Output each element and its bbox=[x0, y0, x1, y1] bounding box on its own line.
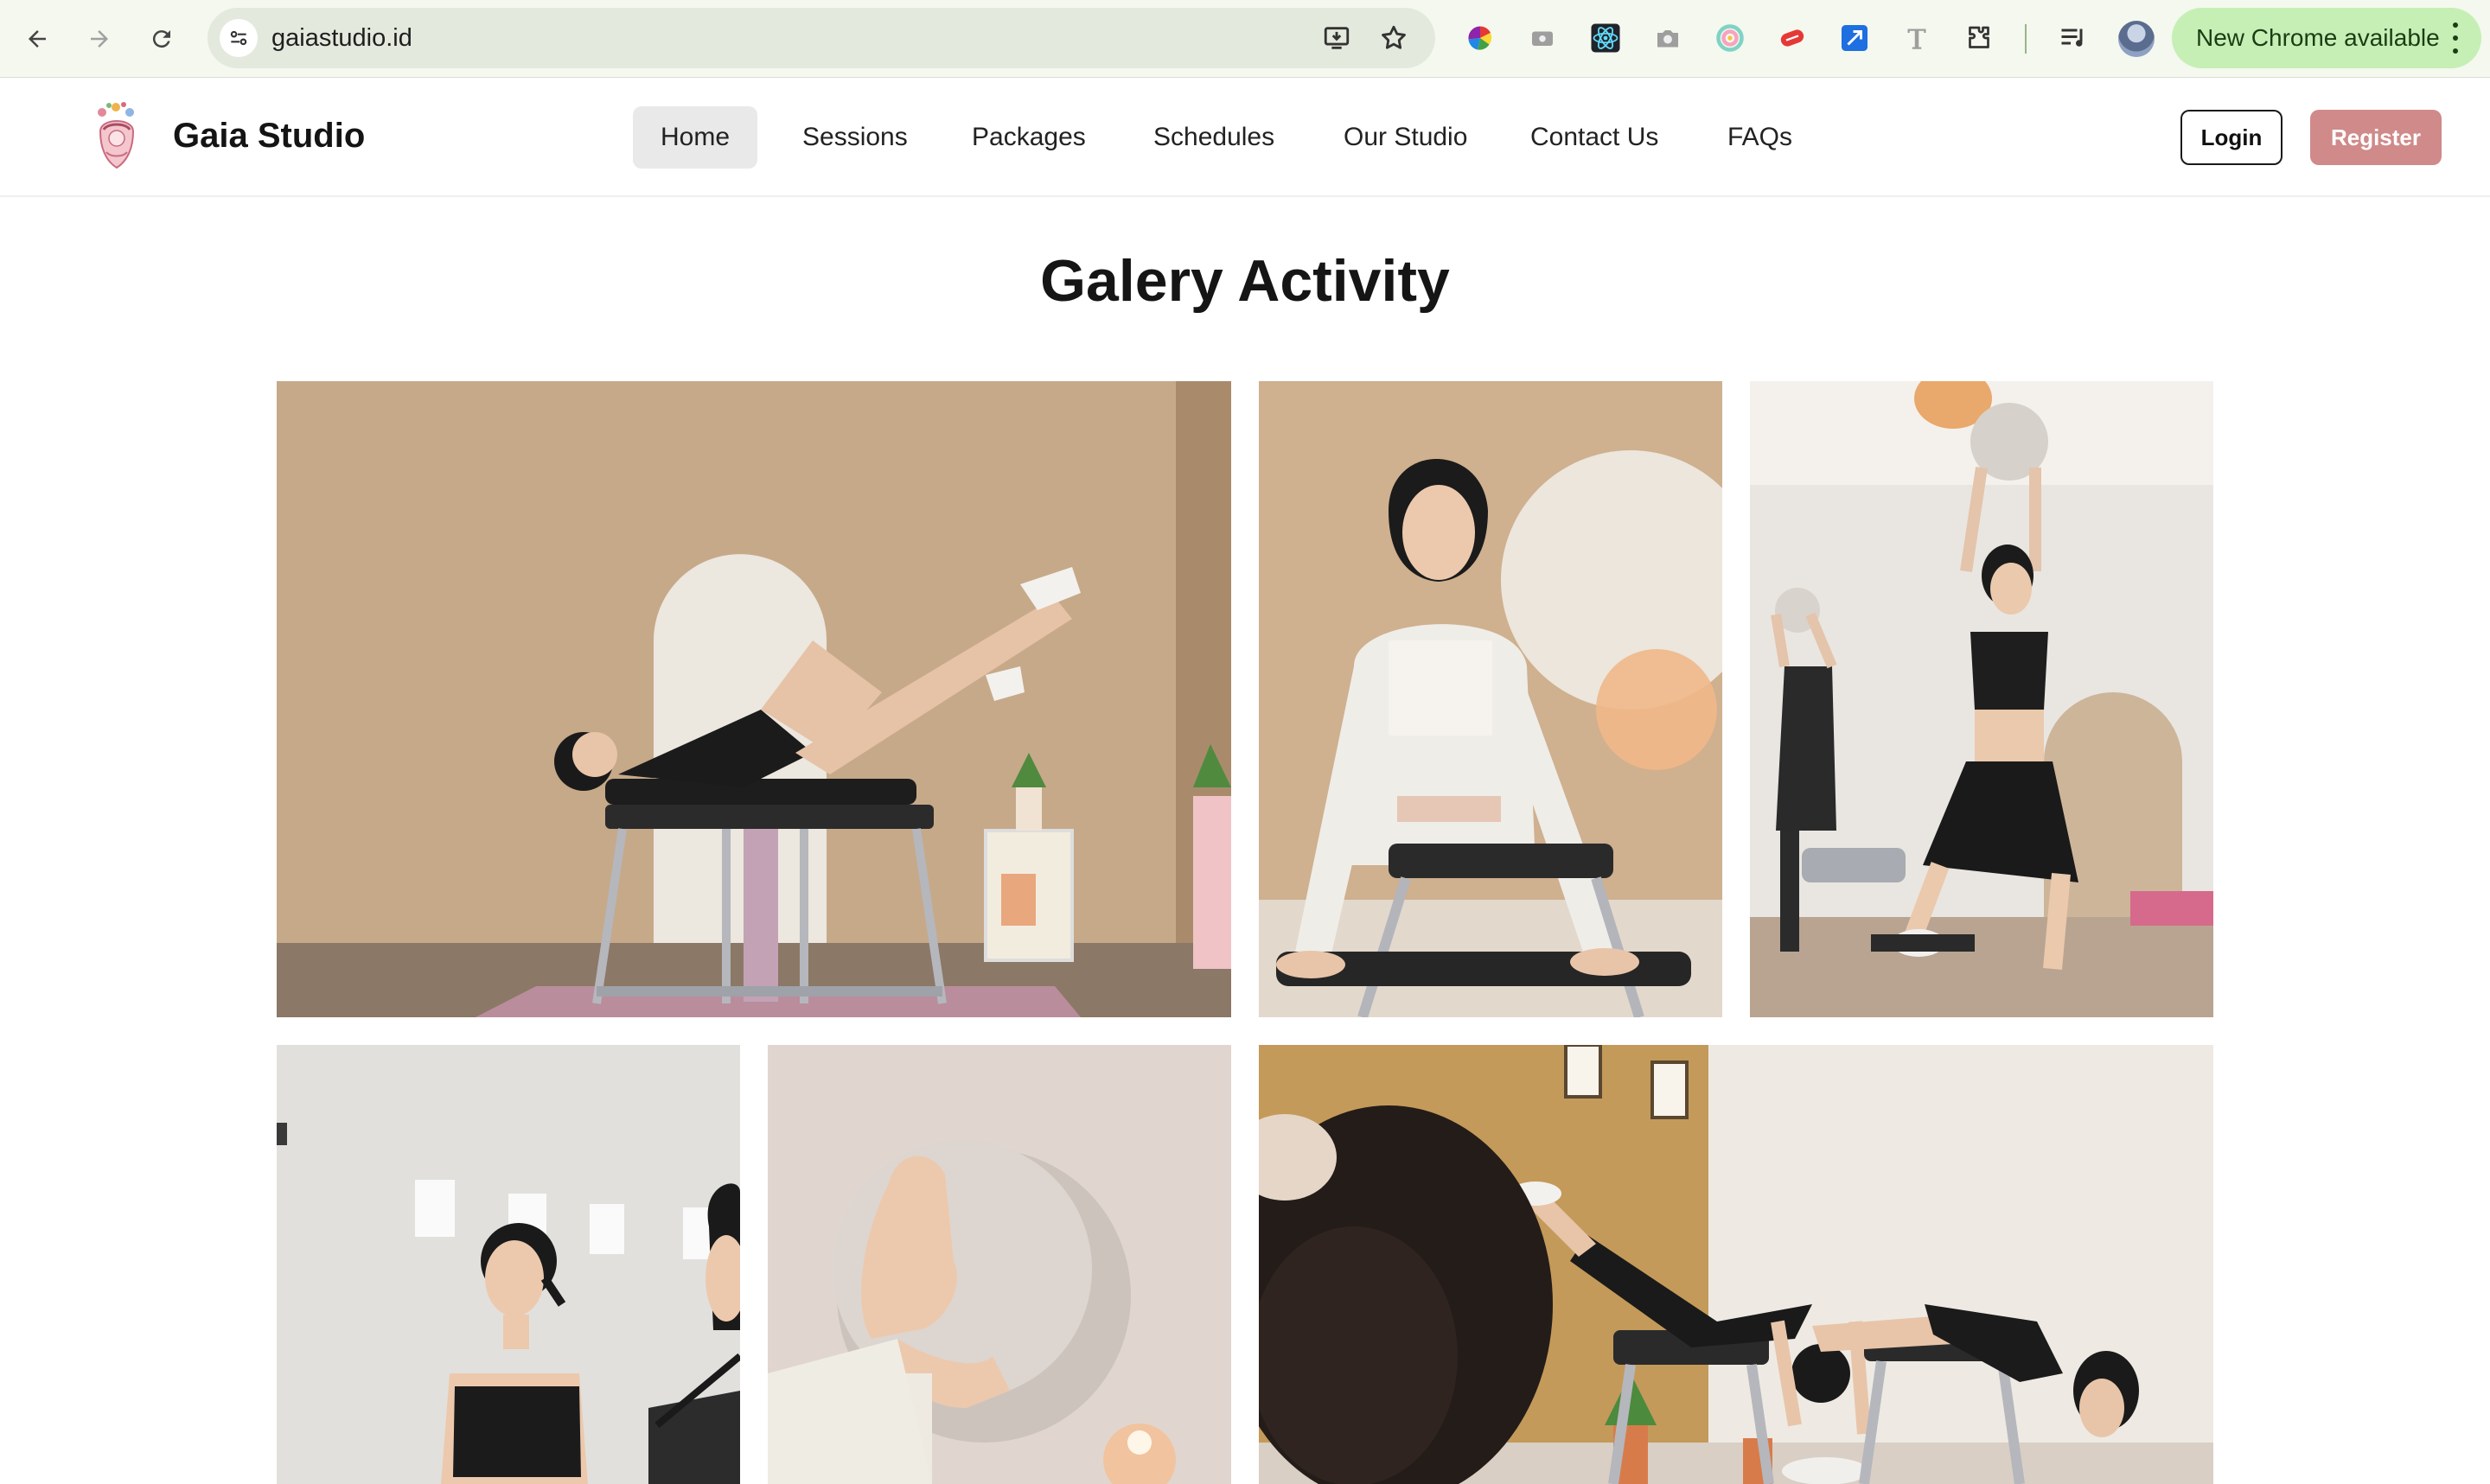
nav-contact-us[interactable]: Contact Us bbox=[1503, 106, 1686, 169]
nav-home[interactable]: Home bbox=[633, 106, 758, 169]
nav-our-studio[interactable]: Our Studio bbox=[1316, 106, 1495, 169]
red-pill-extension-icon[interactable] bbox=[1773, 19, 1811, 57]
image-resize-extension-icon[interactable] bbox=[1836, 19, 1874, 57]
address-bar[interactable]: gaiastudio.id bbox=[208, 8, 1435, 68]
photo-chair-pike-group[interactable] bbox=[1259, 1045, 2213, 1484]
photo-ball-overhead-lunge[interactable] bbox=[1750, 381, 2213, 1017]
nav-sessions[interactable]: Sessions bbox=[775, 106, 935, 169]
register-button[interactable]: Register bbox=[2310, 110, 2442, 165]
more-vert-icon[interactable] bbox=[2447, 22, 2464, 54]
gallery-title: Galery Activity bbox=[1040, 248, 1450, 314]
nav-packages[interactable]: Packages bbox=[944, 106, 1114, 169]
toolbar-separator bbox=[2025, 24, 2027, 54]
photo-chair-stretch[interactable] bbox=[1259, 381, 1722, 1017]
camera-extension-icon[interactable] bbox=[1649, 19, 1687, 57]
back-icon[interactable] bbox=[17, 19, 57, 59]
url-text[interactable]: gaiastudio.id bbox=[271, 8, 412, 68]
profile-avatar[interactable] bbox=[2118, 21, 2155, 57]
update-label: New Chrome available bbox=[2196, 24, 2440, 51]
site-header: Gaia Studio Home Sessions Packages Sched… bbox=[0, 78, 2490, 197]
nav-schedules[interactable]: Schedules bbox=[1126, 106, 1302, 169]
react-devtools-extension-icon[interactable] bbox=[1587, 19, 1625, 57]
reading-list-icon[interactable] bbox=[2054, 19, 2092, 57]
browser-toolbar: gaiastudio.id New Chrome available bbox=[0, 0, 2490, 78]
photo-ball-closeup[interactable] bbox=[768, 1045, 1231, 1484]
bookmark-star-icon[interactable] bbox=[1378, 22, 1409, 54]
font-extension-icon[interactable] bbox=[1898, 19, 1936, 57]
screen-recorder-extension-icon[interactable] bbox=[1523, 19, 1561, 57]
forward-icon[interactable] bbox=[80, 19, 119, 59]
install-app-icon[interactable] bbox=[1321, 22, 1352, 54]
chrome-update-button[interactable]: New Chrome available bbox=[2172, 8, 2481, 68]
brand-name[interactable]: Gaia Studio bbox=[173, 109, 365, 162]
login-button[interactable]: Login bbox=[2180, 110, 2282, 165]
color-wheel-extension-icon[interactable] bbox=[1711, 19, 1749, 57]
photo-studio-portrait[interactable] bbox=[277, 1045, 740, 1484]
extensions-puzzle-icon[interactable] bbox=[1960, 19, 1998, 57]
site-settings-icon[interactable] bbox=[220, 19, 258, 57]
color-picker-extension-icon[interactable] bbox=[1461, 19, 1499, 57]
photo-reformer-leg-lift[interactable] bbox=[277, 381, 1231, 1017]
reload-icon[interactable] bbox=[142, 19, 182, 59]
nav-faqs[interactable]: FAQs bbox=[1700, 106, 1820, 169]
brand-logo[interactable] bbox=[85, 100, 149, 173]
